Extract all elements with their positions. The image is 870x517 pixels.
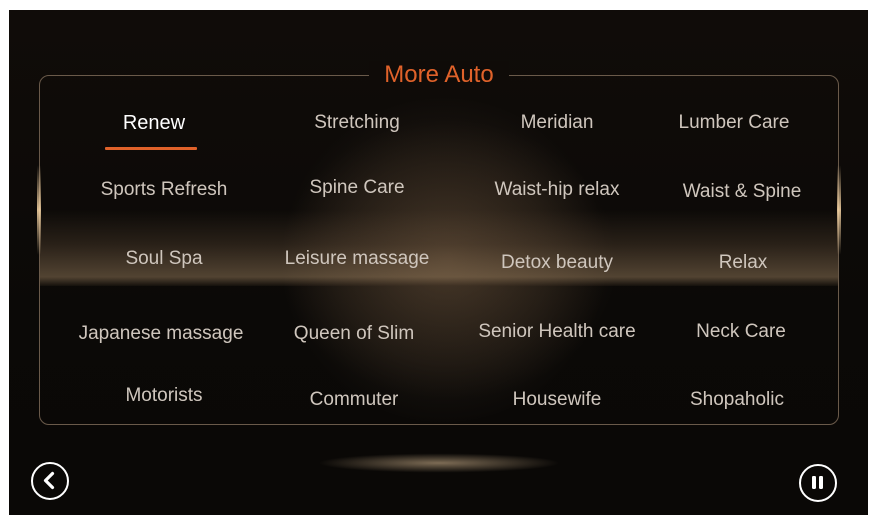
program-waist-hip-relax[interactable]: Waist-hip relax [457,177,657,203]
program-shopaholic[interactable]: Shopaholic [637,387,837,413]
program-motorists[interactable]: Motorists [64,383,264,409]
program-spine-care[interactable]: Spine Care [257,175,457,201]
program-queen-of-slim[interactable]: Queen of Slim [254,321,454,347]
back-button[interactable] [31,462,69,500]
page-title: More Auto [384,61,494,88]
program-japanese-massage[interactable]: Japanese massage [61,321,261,347]
program-commuter[interactable]: Commuter [254,387,454,413]
program-leisure-massage[interactable]: Leisure massage [257,246,457,272]
program-sports-refresh[interactable]: Sports Refresh [64,177,264,203]
active-program-underline [105,147,197,150]
program-stretching[interactable]: Stretching [257,110,457,136]
program-detox-beauty[interactable]: Detox beauty [457,250,657,276]
program-housewife[interactable]: Housewife [457,387,657,413]
program-soul-spa[interactable]: Soul Spa [64,246,264,272]
panel-left-glow [37,165,41,255]
massage-chair-screen: More Auto Renew Stretching Meridian Lumb… [9,10,868,515]
program-relax[interactable]: Relax [643,250,843,276]
program-meridian[interactable]: Meridian [457,110,657,136]
bottom-light-glow [289,446,589,480]
program-waist-and-spine[interactable]: Waist & Spine [642,179,842,205]
program-neck-care[interactable]: Neck Care [641,319,841,345]
program-renew[interactable]: Renew [54,110,254,136]
program-lumber-care[interactable]: Lumber Care [634,110,834,136]
pause-button[interactable] [799,464,837,502]
program-senior-health-care[interactable]: Senior Health care [457,319,657,345]
